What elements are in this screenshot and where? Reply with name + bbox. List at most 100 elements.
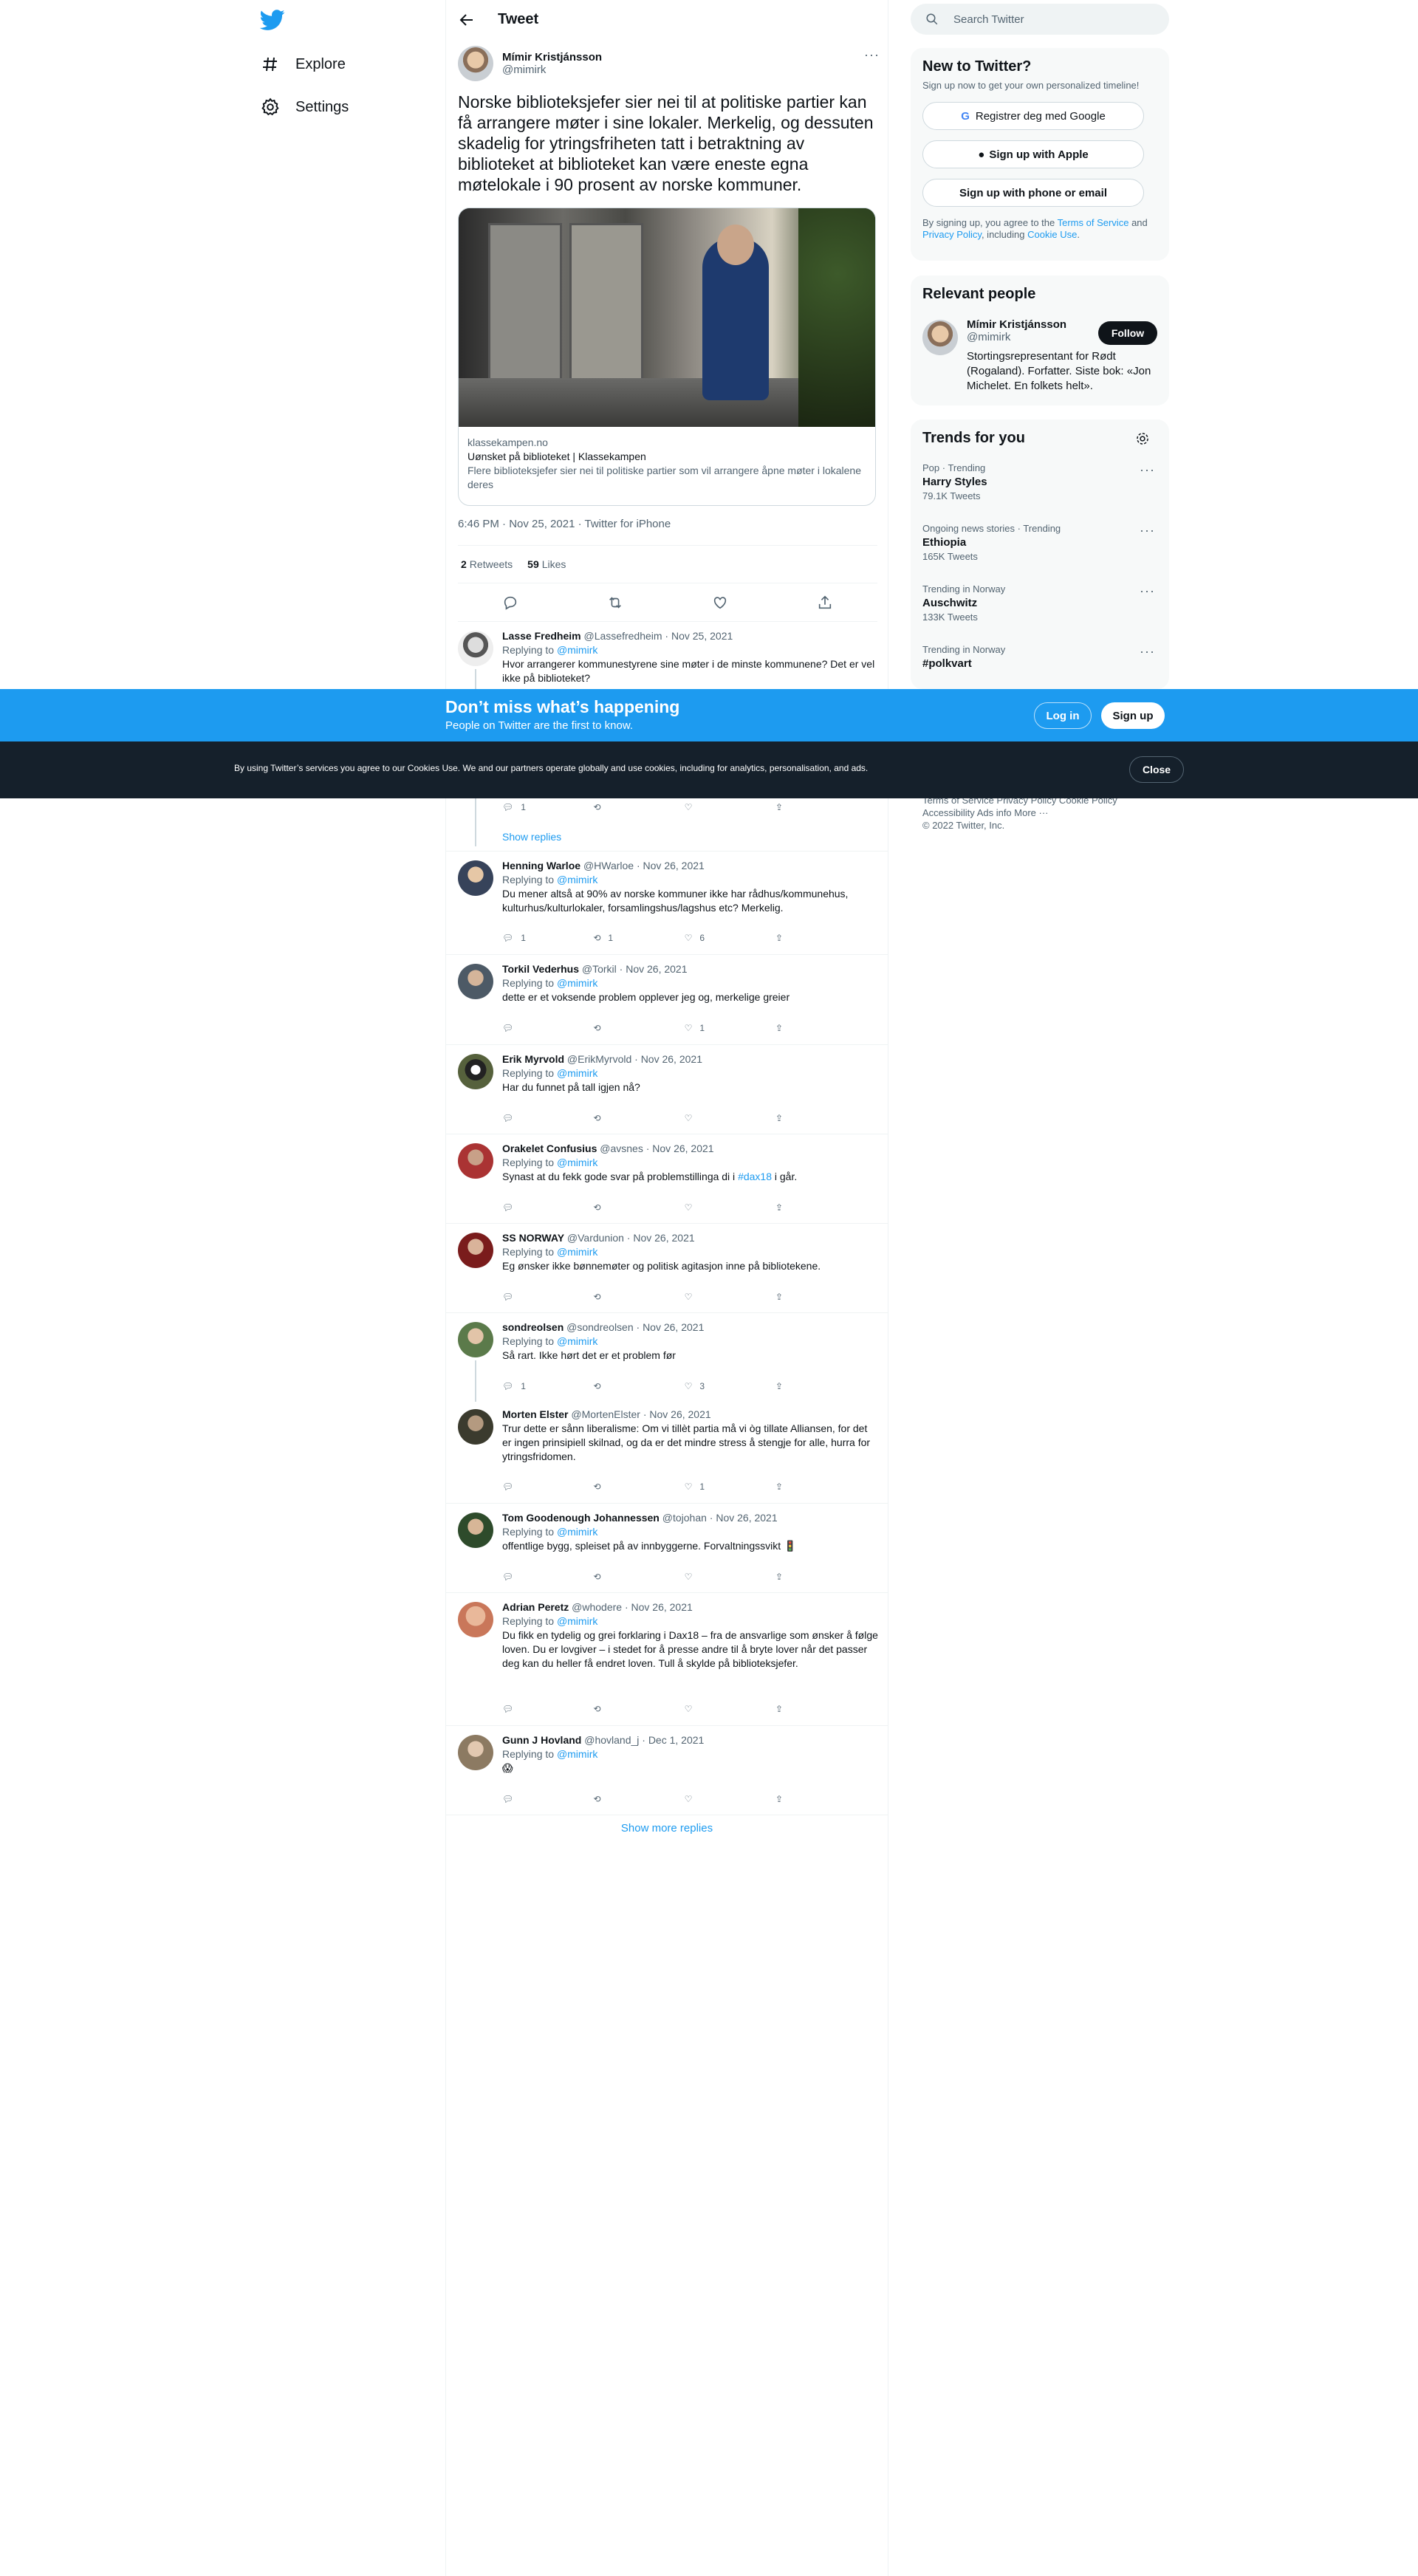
reply-like-button[interactable]: ♡ 3 bbox=[685, 1381, 729, 1391]
reply-comment-button[interactable]: 💬︎ bbox=[502, 1572, 547, 1582]
avatar[interactable] bbox=[458, 1409, 493, 1445]
mention-link[interactable]: @mimirk bbox=[557, 977, 597, 989]
hashtag-link[interactable]: #dax18 bbox=[738, 1171, 772, 1182]
show-replies-link[interactable]: Show replies bbox=[502, 831, 561, 843]
reply-retweet-button[interactable]: ⟲ bbox=[593, 1023, 637, 1033]
reply-item[interactable]: Adrian Peretz @whodere · Nov 26, 2021 Re… bbox=[446, 1593, 888, 1726]
retweets-stat[interactable]: 2 Retweets bbox=[461, 558, 513, 570]
more-options-icon[interactable]: ··· bbox=[1140, 462, 1155, 478]
reply-item[interactable]: sondreolsen @sondreolsen · Nov 26, 2021 … bbox=[446, 1313, 888, 1402]
share-icon[interactable] bbox=[817, 595, 833, 611]
reply-item[interactable]: Gunn J Hovland @hovland_j · Dec 1, 2021 … bbox=[446, 1726, 888, 1815]
nav-settings[interactable]: Settings bbox=[260, 89, 349, 126]
reply-share-button[interactable]: ⇪ bbox=[775, 1704, 820, 1714]
reply-item[interactable]: SS NORWAY @Vardunion · Nov 26, 2021 Repl… bbox=[446, 1224, 888, 1313]
like-icon[interactable] bbox=[712, 595, 728, 611]
trend-item[interactable]: Pop · Trending Harry Styles 79.1K Tweets bbox=[922, 462, 1157, 501]
nav-explore[interactable]: Explore bbox=[260, 46, 346, 83]
reply-author-name[interactable]: Erik Myrvold bbox=[502, 1053, 564, 1065]
avatar[interactable] bbox=[458, 860, 493, 896]
reply-author-name[interactable]: Adrian Peretz bbox=[502, 1601, 569, 1613]
reply-comment-button[interactable]: 💬︎ bbox=[502, 1113, 547, 1123]
reply-comment-button[interactable]: 💬︎ bbox=[502, 1292, 547, 1302]
tweet-timestamp[interactable]: 6:46 PM · Nov 25, 2021 · Twitter for iPh… bbox=[458, 518, 671, 530]
avatar[interactable] bbox=[458, 631, 493, 666]
reply-like-button[interactable]: ♡ bbox=[685, 1572, 729, 1582]
more-options-icon[interactable]: ··· bbox=[1140, 644, 1155, 660]
avatar[interactable] bbox=[458, 1233, 493, 1268]
settings-gear-icon[interactable] bbox=[1135, 431, 1150, 446]
reply-retweet-button[interactable]: ⟲ 1 bbox=[593, 933, 637, 943]
reply-like-button[interactable]: ♡ 6 bbox=[685, 933, 729, 943]
reply-retweet-button[interactable]: ⟲ bbox=[593, 1292, 637, 1302]
reply-share-button[interactable]: ⇪ bbox=[775, 1292, 820, 1302]
reply-share-button[interactable]: ⇪ bbox=[775, 933, 820, 943]
reply-like-button[interactable]: ♡ bbox=[685, 1113, 729, 1123]
reply-retweet-button[interactable]: ⟲ bbox=[593, 1704, 637, 1714]
phone-signup-button[interactable]: Sign up with phone or email bbox=[922, 179, 1144, 207]
reply-author-name[interactable]: Orakelet Confusius bbox=[502, 1143, 597, 1154]
avatar[interactable] bbox=[458, 964, 493, 999]
mention-link[interactable]: @mimirk bbox=[557, 644, 597, 656]
search-input[interactable]: Search Twitter bbox=[911, 4, 1169, 35]
mention-link[interactable]: @mimirk bbox=[557, 1246, 597, 1258]
reply-icon[interactable] bbox=[502, 595, 518, 611]
reply-share-button[interactable]: ⇪ bbox=[775, 1202, 820, 1213]
reply-like-button[interactable]: ♡ 1 bbox=[685, 1481, 729, 1492]
reply-author-name[interactable]: Gunn J Hovland bbox=[502, 1734, 581, 1746]
reply-comment-button[interactable]: 💬︎ bbox=[502, 1481, 547, 1492]
more-options-icon[interactable]: ··· bbox=[864, 47, 880, 63]
reply-share-button[interactable]: ⇪ bbox=[775, 1113, 820, 1123]
reply-author-name[interactable]: Torkil Vederhus bbox=[502, 963, 579, 975]
terms-link[interactable]: Terms of Service bbox=[1058, 217, 1129, 228]
avatar[interactable] bbox=[458, 1513, 493, 1548]
reply-comment-button[interactable]: 💬︎ bbox=[502, 1794, 547, 1804]
avatar[interactable] bbox=[458, 1735, 493, 1770]
reply-comment-button[interactable]: 💬︎ bbox=[502, 1023, 547, 1033]
reply-author-name[interactable]: Henning Warloe bbox=[502, 860, 580, 871]
reply-retweet-button[interactable]: ⟲ bbox=[593, 1481, 637, 1492]
author-handle[interactable]: @mimirk bbox=[502, 64, 546, 76]
cookie-use-link[interactable]: Cookie Use bbox=[1027, 229, 1077, 240]
tweet-author[interactable]: Mímir Kristjánsson @mimirk bbox=[458, 46, 602, 81]
avatar[interactable] bbox=[922, 320, 958, 355]
reply-item[interactable]: Tom Goodenough Johannessen @tojohan · No… bbox=[446, 1504, 888, 1593]
reply-retweet-button[interactable]: ⟲ bbox=[593, 802, 637, 812]
reply-like-button[interactable]: ♡ 1 bbox=[685, 1023, 729, 1033]
more-options-icon[interactable]: ··· bbox=[1140, 583, 1155, 599]
reply-comment-button[interactable]: 💬︎ 1 bbox=[502, 802, 547, 812]
show-more-replies-link[interactable]: Show more replies bbox=[446, 1822, 888, 1835]
avatar[interactable] bbox=[458, 46, 493, 81]
avatar[interactable] bbox=[458, 1322, 493, 1357]
author-name[interactable]: Mímir Kristjánsson bbox=[502, 51, 602, 64]
mention-link[interactable]: @mimirk bbox=[557, 1335, 597, 1347]
mention-link[interactable]: @mimirk bbox=[557, 1748, 597, 1760]
mention-link[interactable]: @mimirk bbox=[557, 1157, 597, 1168]
footer-line[interactable]: Accessibility Ads info More ··· bbox=[922, 806, 1166, 819]
mention-link[interactable]: @mimirk bbox=[557, 1067, 597, 1079]
google-signup-button[interactable]: G Registrer deg med Google bbox=[922, 102, 1144, 130]
signup-button[interactable]: Sign up bbox=[1101, 702, 1165, 729]
reply-share-button[interactable]: ⇪ bbox=[775, 1481, 820, 1492]
trend-item[interactable]: Ongoing news stories · Trending Ethiopia… bbox=[922, 523, 1157, 562]
reply-retweet-button[interactable]: ⟲ bbox=[593, 1381, 637, 1391]
reply-share-button[interactable]: ⇪ bbox=[775, 1794, 820, 1804]
avatar[interactable] bbox=[458, 1143, 493, 1179]
reply-item[interactable]: Orakelet Confusius @avsnes · Nov 26, 202… bbox=[446, 1134, 888, 1224]
cookie-close-button[interactable]: Close bbox=[1129, 756, 1184, 783]
reply-share-button[interactable]: ⇪ bbox=[775, 1381, 820, 1391]
reply-retweet-button[interactable]: ⟲ bbox=[593, 1202, 637, 1213]
link-card[interactable]: klassekampen.no Uønsket på biblioteket |… bbox=[458, 208, 876, 506]
reply-retweet-button[interactable]: ⟲ bbox=[593, 1572, 637, 1582]
reply-item[interactable]: Morten Elster @MortenElster · Nov 26, 20… bbox=[446, 1400, 888, 1504]
reply-retweet-button[interactable]: ⟲ bbox=[593, 1794, 637, 1804]
retweet-icon[interactable] bbox=[607, 595, 623, 611]
login-button[interactable]: Log in bbox=[1034, 702, 1092, 729]
reply-comment-button[interactable]: 💬︎ bbox=[502, 1704, 547, 1714]
reply-author-name[interactable]: sondreolsen bbox=[502, 1321, 564, 1333]
reply-share-button[interactable]: ⇪ bbox=[775, 1023, 820, 1033]
reply-comment-button[interactable]: 💬︎ bbox=[502, 1202, 547, 1213]
reply-author-name[interactable]: Morten Elster bbox=[502, 1408, 568, 1420]
mention-link[interactable]: @mimirk bbox=[557, 1526, 597, 1538]
reply-author-name[interactable]: Lasse Fredheim bbox=[502, 630, 581, 642]
